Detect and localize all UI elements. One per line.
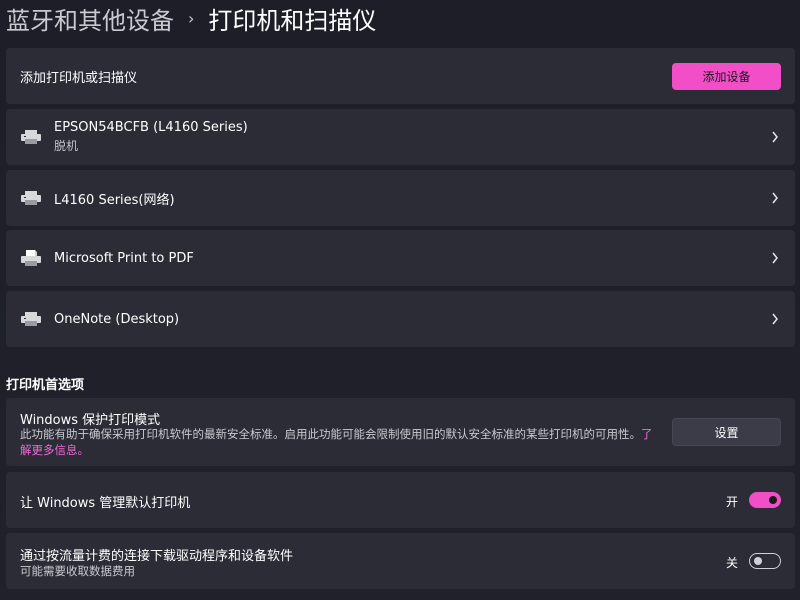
printer-name: Microsoft Print to PDF xyxy=(54,250,194,266)
add-device-button[interactable]: 添加设备 xyxy=(672,63,781,90)
printer-name: OneNote (Desktop) xyxy=(54,311,180,327)
printer-status: 脱机 xyxy=(54,139,79,153)
printer-item-onenote[interactable]: OneNote (Desktop) xyxy=(6,291,795,347)
printer-name: L4160 Series(网络) xyxy=(54,192,175,208)
toggle-knob xyxy=(769,496,777,504)
chevron-right-icon xyxy=(771,170,779,226)
metered-download-card: 通过按流量计费的连接下载驱动程序和设备软件 可能需要收取数据费用 关 xyxy=(6,533,795,589)
protected-print-mode-description: 此功能有助于确保采用打印机软件的最新安全标准。启用此功能可能会限制使用旧的默认安… xyxy=(20,427,653,457)
manage-default-printer-card: 让 Windows 管理默认打印机 开 xyxy=(6,472,795,528)
manage-default-printer-title: 让 Windows 管理默认打印机 xyxy=(20,496,191,511)
toggle-state-label: 开 xyxy=(725,495,738,509)
manage-default-printer-toggle[interactable] xyxy=(749,492,781,508)
protected-print-mode-card: Windows 保护打印模式 此功能有助于确保采用打印机软件的最新安全标准。启用… xyxy=(6,398,795,466)
toggle-knob xyxy=(754,557,762,565)
breadcrumb: 蓝牙和其他设备 › 打印机和扫描仪 xyxy=(6,0,376,36)
pdf-printer-icon xyxy=(21,230,41,286)
printer-preferences-heading: 打印机首选项 xyxy=(6,378,85,393)
breadcrumb-separator-icon: › xyxy=(188,8,195,28)
metered-download-subtitle: 可能需要收取数据费用 xyxy=(20,564,135,578)
printer-item-microsoft-pdf[interactable]: Microsoft Print to PDF xyxy=(6,230,795,286)
printers-settings-page: 蓝牙和其他设备 › 打印机和扫描仪 添加打印机或扫描仪 添加设备 EPSON54… xyxy=(0,0,800,600)
printer-icon xyxy=(21,109,41,165)
add-printer-label: 添加打印机或扫描仪 xyxy=(20,70,138,86)
chevron-right-icon xyxy=(771,109,779,165)
printer-item-l4160-network[interactable]: L4160 Series(网络) xyxy=(6,170,795,226)
breadcrumb-parent-link[interactable]: 蓝牙和其他设备 xyxy=(6,1,174,36)
metered-download-title: 通过按流量计费的连接下载驱动程序和设备软件 xyxy=(20,549,294,564)
printer-name: EPSON54BCFB (L4160 Series) xyxy=(54,120,248,135)
printer-item-epson[interactable]: EPSON54BCFB (L4160 Series) 脱机 xyxy=(6,109,795,165)
chevron-right-icon xyxy=(771,291,779,347)
page-title: 打印机和扫描仪 xyxy=(208,6,377,35)
add-printer-card: 添加打印机或扫描仪 添加设备 xyxy=(6,48,795,104)
protected-print-mode-settings-button[interactable]: 设置 xyxy=(672,418,781,446)
chevron-right-icon xyxy=(771,230,779,286)
printer-icon xyxy=(21,291,41,347)
toggle-state-label: 关 xyxy=(725,556,738,570)
metered-download-toggle[interactable] xyxy=(749,553,781,569)
printer-icon xyxy=(21,170,41,226)
